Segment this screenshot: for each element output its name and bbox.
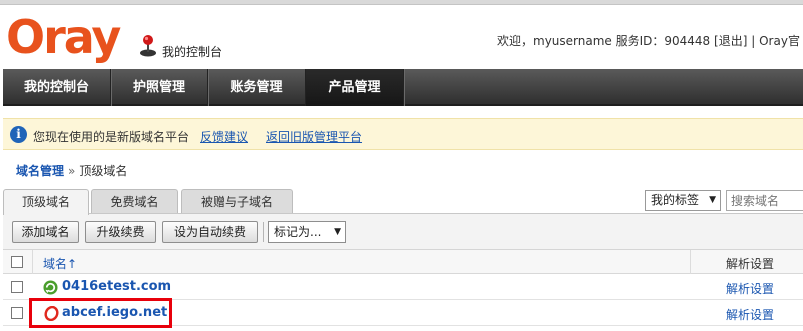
nav-products[interactable]: 产品管理 bbox=[306, 69, 404, 106]
column-header-domain[interactable]: 域名↑ bbox=[43, 255, 77, 272]
nav-billing[interactable]: 账务管理 bbox=[208, 69, 306, 106]
tab-gifted-subdomains[interactable]: 被赠与子域名 bbox=[181, 189, 293, 214]
tag-select-value: 我的标签 bbox=[651, 193, 700, 207]
table-header: 域名↑ 解析设置 bbox=[3, 250, 803, 274]
notice-text: 您现在使用的是新版域名平台 bbox=[33, 130, 190, 144]
breadcrumb-domain-management[interactable]: 域名管理 bbox=[16, 164, 64, 178]
oray-logo[interactable]: Oray bbox=[6, 13, 121, 61]
breadcrumb: 域名管理 » 顶级域名 bbox=[16, 162, 127, 179]
dropdown-arrow-icon: ▼ bbox=[709, 195, 716, 205]
dns-settings-link[interactable]: 解析设置 bbox=[726, 280, 774, 297]
column-divider bbox=[690, 250, 691, 274]
dns-settings-link[interactable]: 解析设置 bbox=[726, 306, 774, 323]
tab-free-domains[interactable]: 免费域名 bbox=[91, 189, 178, 214]
welcome-text: 欢迎，myusername 服务ID：904448 bbox=[497, 34, 711, 48]
mark-as-value: 标记为... bbox=[274, 225, 322, 239]
tag-select[interactable]: 我的标签 ▼ bbox=[645, 190, 721, 211]
toolbar: 添加域名 升级续费 设为自动续费 标记为... ▼ bbox=[3, 214, 803, 250]
notice-bar: i 您现在使用的是新版域名平台 反馈建议 返回旧版管理平台 bbox=[3, 118, 803, 150]
welcome-bar: 欢迎，myusername 服务ID：904448 [退出] | Oray官 bbox=[497, 32, 800, 49]
toolbar-divider bbox=[263, 222, 264, 242]
header: Oray 我的控制台 欢迎，myusername 服务ID：904448 [退出… bbox=[0, 5, 803, 69]
column-header-dns: 解析设置 bbox=[726, 257, 775, 271]
old-version-link[interactable]: 返回旧版管理平台 bbox=[266, 128, 362, 145]
column-divider bbox=[32, 250, 33, 274]
main-nav: 我的控制台 护照管理 账务管理 产品管理 bbox=[3, 69, 803, 106]
dropdown-arrow-icon: ▼ bbox=[334, 227, 341, 237]
nav-passport[interactable]: 护照管理 bbox=[111, 69, 208, 106]
auto-renew-button[interactable]: 设为自动续费 bbox=[162, 221, 258, 243]
nav-my-console[interactable]: 我的控制台 bbox=[3, 69, 111, 106]
console-label: 我的控制台 bbox=[162, 45, 223, 59]
feedback-link[interactable]: 反馈建议 bbox=[200, 128, 248, 145]
tab-top-level-domains[interactable]: 顶级域名 bbox=[3, 189, 89, 215]
upgrade-renew-button[interactable]: 升级续费 bbox=[85, 221, 156, 243]
info-icon: i bbox=[10, 126, 27, 143]
green-refresh-icon bbox=[43, 280, 58, 295]
joystick-icon bbox=[140, 35, 156, 57]
breadcrumb-current: 顶级域名 bbox=[79, 164, 128, 178]
logout-link[interactable]: [退出] bbox=[714, 34, 747, 48]
row-checkbox[interactable] bbox=[11, 281, 23, 293]
domain-search-input[interactable] bbox=[726, 190, 803, 211]
add-domain-button[interactable]: 添加域名 bbox=[12, 221, 79, 243]
separator: | bbox=[751, 34, 756, 48]
table-row: 0416etest.com 解析设置 bbox=[3, 274, 803, 300]
breadcrumb-separator: » bbox=[68, 164, 76, 178]
highlight-box bbox=[29, 298, 172, 328]
row-checkbox[interactable] bbox=[11, 307, 23, 319]
select-all-checkbox[interactable] bbox=[11, 256, 23, 268]
domain-link[interactable]: 0416etest.com bbox=[62, 279, 171, 294]
mark-as-select[interactable]: 标记为... ▼ bbox=[268, 221, 346, 243]
oray-official-link[interactable]: Oray官 bbox=[759, 34, 800, 48]
